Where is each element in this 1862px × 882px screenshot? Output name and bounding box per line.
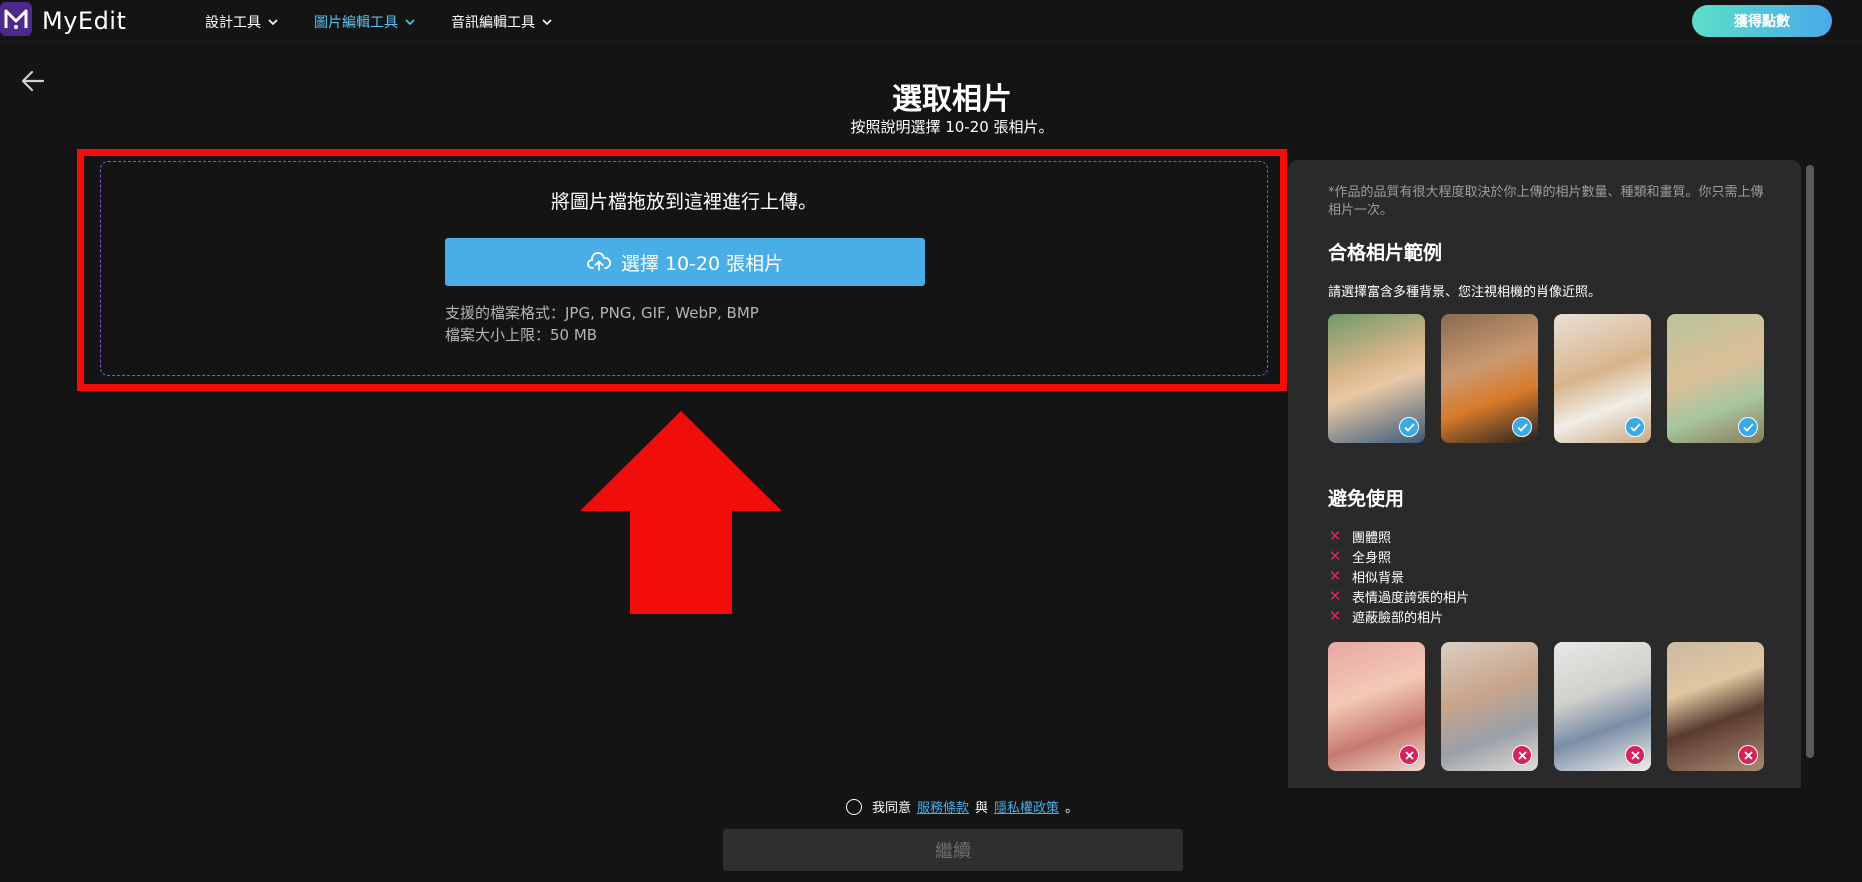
upload-requirements: 支援的檔案格式：JPG, PNG, GIF, WebP, BMP 檔案大小上限：… — [445, 302, 759, 346]
avoid-title: 避免使用 — [1328, 488, 1405, 510]
check-icon — [1399, 417, 1419, 437]
list-item: ✕ 遮蔽臉部的相片 — [1328, 606, 1469, 626]
top-nav-bar: MyEdit 設計工具 圖片編輯工具 音訊編輯工具 獲得點數 — [0, 0, 1862, 42]
x-mark-icon: ✕ — [1328, 547, 1342, 565]
chevron-down-icon — [542, 19, 552, 26]
avoid-item-label: 表情過度誇張的相片 — [1352, 590, 1470, 606]
agree-radio[interactable] — [846, 798, 862, 815]
bad-example-photo — [1441, 642, 1538, 771]
nav-design-tools[interactable]: 設計工具 — [205, 12, 279, 32]
bad-example-photo — [1667, 642, 1764, 771]
page-title: 選取相片 — [892, 82, 1012, 117]
app-name[interactable]: MyEdit — [42, 7, 126, 35]
good-examples-title: 合格相片範例 — [1328, 242, 1443, 264]
agree-prefix: 我同意 — [872, 801, 912, 816]
drop-instructions: 將圖片檔拖放到這裡進行上傳。 — [550, 191, 817, 213]
agree-joiner: 與 — [975, 801, 989, 816]
good-example-photo — [1328, 314, 1425, 443]
nav-design-tools-label: 設計工具 — [205, 15, 261, 31]
x-mark-icon: ✕ — [1328, 607, 1342, 625]
bad-example-photo — [1328, 642, 1425, 771]
nav-image-tools-label: 圖片編輯工具 — [314, 15, 398, 31]
avoid-item-label: 遮蔽臉部的相片 — [1352, 610, 1444, 626]
x-circle-icon — [1738, 745, 1758, 765]
check-icon — [1512, 417, 1532, 437]
get-points-button[interactable]: 獲得點數 — [1692, 5, 1832, 37]
nav-audio-tools-label: 音訊編輯工具 — [451, 15, 535, 31]
x-circle-icon — [1512, 745, 1532, 765]
terms-link[interactable]: 服務條款 — [917, 797, 969, 816]
nav-image-tools[interactable]: 圖片編輯工具 — [314, 12, 416, 32]
x-circle-icon — [1625, 745, 1645, 765]
list-item: ✕ 團體照 — [1328, 526, 1469, 546]
good-examples-desc: 請選擇富含多種背景、您注視相機的肖像近照。 — [1328, 285, 1602, 300]
x-circle-icon — [1399, 745, 1419, 765]
avoid-list: ✕ 團體照 ✕ 全身照 ✕ 相似背景 ✕ 表情過度誇張的相片 ✕ 遮蔽臉部的相片 — [1328, 526, 1469, 626]
myedit-logo-icon[interactable] — [0, 2, 32, 36]
good-example-photo — [1667, 314, 1764, 443]
bad-example-photo — [1554, 642, 1651, 771]
privacy-link[interactable]: 隱私權政策 — [994, 797, 1059, 816]
supported-formats: 支援的檔案格式：JPG, PNG, GIF, WebP, BMP — [445, 304, 759, 322]
x-mark-icon: ✕ — [1328, 567, 1342, 585]
red-up-arrow-icon — [580, 411, 782, 614]
list-item: ✕ 全身照 — [1328, 546, 1469, 566]
good-example-photo — [1441, 314, 1538, 443]
agreement-row: 我同意 服務條款與隱私權政策。 — [846, 797, 1078, 816]
select-photos-button[interactable]: 選擇 10-20 張相片 — [445, 238, 925, 286]
chevron-down-icon — [405, 19, 415, 26]
avoid-item-label: 團體照 — [1352, 530, 1392, 546]
agree-suffix: 。 — [1065, 801, 1079, 816]
nav-audio-tools[interactable]: 音訊編輯工具 — [451, 12, 553, 32]
x-mark-icon: ✕ — [1328, 527, 1342, 545]
cloud-upload-icon — [586, 252, 611, 271]
avoid-item-label: 全身照 — [1352, 550, 1392, 566]
page-subtitle: 按照說明選擇 10-20 張相片。 — [850, 118, 1054, 136]
x-mark-icon: ✕ — [1328, 587, 1342, 605]
good-example-photo — [1554, 314, 1651, 443]
continue-button[interactable]: 繼續 — [723, 829, 1183, 871]
quality-note: *作品的品質有很大程度取決於你上傳的相片數量、種類和畫質。你只需上傳相片一次。 — [1328, 185, 1764, 218]
file-size-limit: 檔案大小上限：50 MB — [445, 326, 598, 344]
select-photos-label: 選擇 10-20 張相片 — [620, 252, 784, 275]
photo-guidelines-panel: *作品的品質有很大程度取決於你上傳的相片數量、種類和畫質。你只需上傳相片一次。 … — [1288, 160, 1801, 788]
panel-scrollbar[interactable] — [1806, 165, 1814, 758]
upload-dropzone[interactable]: 將圖片檔拖放到這裡進行上傳。 選擇 10-20 張相片 支援的檔案格式：JPG,… — [100, 161, 1268, 376]
bad-examples-row — [1328, 642, 1764, 771]
avoid-item-label: 相似背景 — [1352, 570, 1405, 586]
chevron-down-icon — [268, 19, 278, 26]
list-item: ✕ 表情過度誇張的相片 — [1328, 586, 1469, 606]
good-examples-row — [1328, 314, 1764, 443]
check-icon — [1738, 417, 1758, 437]
check-icon — [1625, 417, 1645, 437]
list-item: ✕ 相似背景 — [1328, 566, 1469, 586]
